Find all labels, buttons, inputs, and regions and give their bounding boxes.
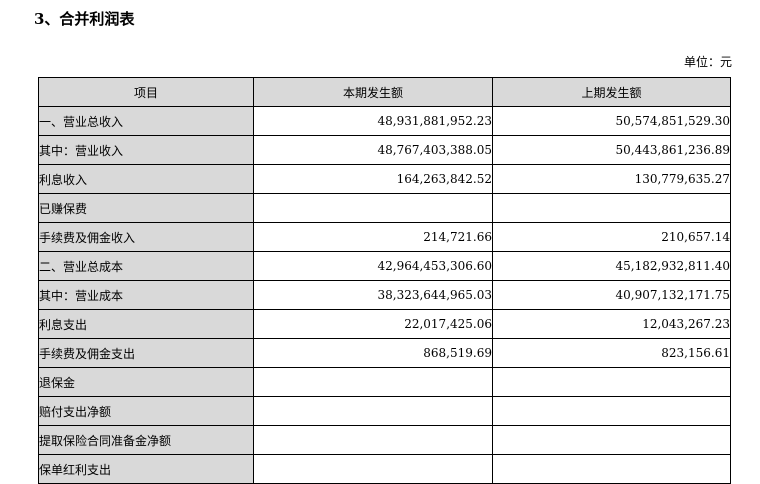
row-label: 一、营业总收入 <box>38 106 254 136</box>
unit-label: 单位：元 <box>683 55 732 69</box>
header-previous-period: 上期发生额 <box>492 77 731 107</box>
previous-value <box>492 193 731 223</box>
table-row: 已赚保费 <box>38 193 731 223</box>
table-header-row: 项目 本期发生额 上期发生额 <box>38 77 731 107</box>
row-label: 手续费及佣金支出 <box>38 338 254 368</box>
current-value <box>253 193 493 223</box>
current-value: 48,767,403,388.05 <box>253 135 493 165</box>
row-label: 手续费及佣金收入 <box>38 222 254 252</box>
current-value: 164,263,842.52 <box>253 164 493 194</box>
row-label: 赔付支出净额 <box>38 396 254 426</box>
income-statement-table: 项目 本期发生额 上期发生额 一、营业总收入 48,931,881,952.23… <box>38 77 731 484</box>
previous-value: 50,443,861,236.89 <box>492 135 731 165</box>
section-title: 3、合并利润表 <box>34 10 135 28</box>
table-row: 利息收入 164,263,842.52 130,779,635.27 <box>38 164 731 194</box>
row-label: 利息收入 <box>38 164 254 194</box>
previous-value <box>492 454 731 484</box>
current-value: 48,931,881,952.23 <box>253 106 493 136</box>
current-value: 214,721.66 <box>253 222 493 252</box>
table-row: 手续费及佣金支出 868,519.69 823,156.61 <box>38 338 731 368</box>
table-row: 利息支出 22,017,425.06 12,043,267.23 <box>38 309 731 339</box>
table-row: 一、营业总收入 48,931,881,952.23 50,574,851,529… <box>38 106 731 136</box>
row-label: 其中：营业收入 <box>38 135 254 165</box>
row-label: 利息支出 <box>38 309 254 339</box>
row-label: 保单红利支出 <box>38 454 254 484</box>
current-value <box>253 396 493 426</box>
row-label: 已赚保费 <box>38 193 254 223</box>
previous-value: 50,574,851,529.30 <box>492 106 731 136</box>
row-label: 退保金 <box>38 367 254 397</box>
previous-value: 40,907,132,171.75 <box>492 280 731 310</box>
table-row: 赔付支出净额 <box>38 396 731 426</box>
row-label: 其中：营业成本 <box>38 280 254 310</box>
table-row: 其中：营业收入 48,767,403,388.05 50,443,861,236… <box>38 135 731 165</box>
table-row: 二、营业总成本 42,964,453,306.60 45,182,932,811… <box>38 251 731 281</box>
previous-value: 12,043,267.23 <box>492 309 731 339</box>
row-label: 二、营业总成本 <box>38 251 254 281</box>
previous-value: 210,657.14 <box>492 222 731 252</box>
table-row: 退保金 <box>38 367 731 397</box>
current-value: 42,964,453,306.60 <box>253 251 493 281</box>
table-row: 提取保险合同准备金净额 <box>38 425 731 455</box>
previous-value: 823,156.61 <box>492 338 731 368</box>
current-value <box>253 425 493 455</box>
header-current-period: 本期发生额 <box>253 77 493 107</box>
row-label: 提取保险合同准备金净额 <box>38 425 254 455</box>
previous-value <box>492 396 731 426</box>
previous-value: 130,779,635.27 <box>492 164 731 194</box>
previous-value: 45,182,932,811.40 <box>492 251 731 281</box>
previous-value <box>492 367 731 397</box>
header-item: 项目 <box>38 77 254 107</box>
table-row: 其中：营业成本 38,323,644,965.03 40,907,132,171… <box>38 280 731 310</box>
current-value: 868,519.69 <box>253 338 493 368</box>
current-value <box>253 454 493 484</box>
current-value: 22,017,425.06 <box>253 309 493 339</box>
previous-value <box>492 425 731 455</box>
current-value <box>253 367 493 397</box>
current-value: 38,323,644,965.03 <box>253 280 493 310</box>
table-row: 手续费及佣金收入 214,721.66 210,657.14 <box>38 222 731 252</box>
table-row: 保单红利支出 <box>38 454 731 484</box>
